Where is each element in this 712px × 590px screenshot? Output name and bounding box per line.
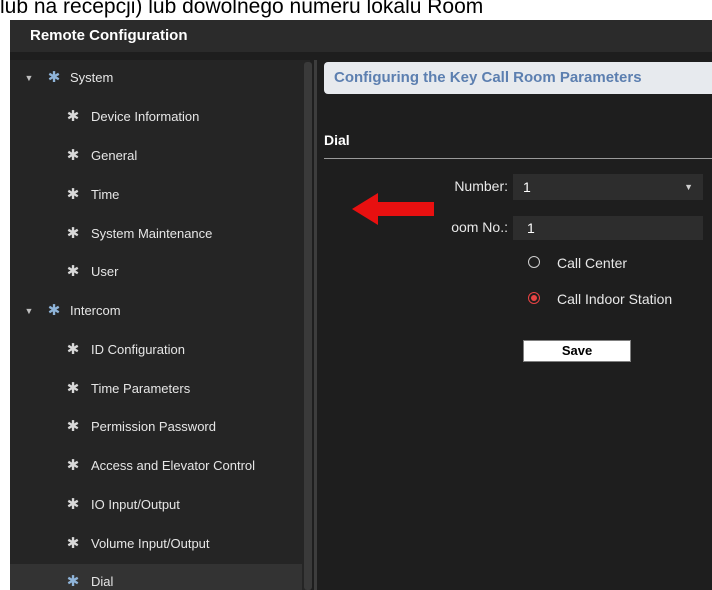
gear-icon: ✱ <box>66 147 80 164</box>
sidebar-item-label: User <box>91 264 119 279</box>
sidebar-item-label: System <box>70 70 114 85</box>
expand-arrow-icon[interactable]: ▼ <box>24 60 34 96</box>
sidebar-item-label: Intercom <box>70 303 121 318</box>
document-caption: lub na recepcji) lub dowolnego numeru lo… <box>0 0 484 18</box>
sidebar-item-intercom[interactable]: ▼ ✱ Intercom <box>10 293 302 329</box>
gear-icon: ✱ <box>66 225 80 242</box>
sidebar-item-access-elevator-control[interactable]: ✱ Access and Elevator Control <box>10 448 302 484</box>
red-arrow-icon <box>352 193 434 225</box>
sidebar-item-time[interactable]: ✱ Time <box>10 177 302 213</box>
sidebar-item-label: Time Parameters <box>91 381 191 396</box>
gear-icon: ✱ <box>66 380 80 397</box>
save-button[interactable]: Save <box>523 340 631 362</box>
sidebar-item-label: System Maintenance <box>91 226 213 241</box>
gear-icon: ✱ <box>66 341 80 358</box>
gear-icon: ✱ <box>66 108 80 125</box>
sidebar-item-id-configuration[interactable]: ✱ ID Configuration <box>10 332 302 368</box>
gear-icon: ✱ <box>66 418 80 435</box>
remote-configuration-window: Remote Configuration ▼ ✱ System ✱ Device… <box>10 20 712 590</box>
sidebar-item-io-input-output[interactable]: ✱ IO Input/Output <box>10 487 302 523</box>
sidebar-item-label: Permission Password <box>91 419 216 434</box>
section-title: Dial <box>324 132 350 148</box>
sidebar-item-label: Access and Elevator Control <box>91 458 256 473</box>
sidebar-item-label: Volume Input/Output <box>91 536 210 551</box>
gear-icon: ✱ <box>66 535 80 552</box>
sidebar-item-system-maintenance[interactable]: ✱ System Maintenance <box>10 216 302 252</box>
sidebar-item-label: Time <box>91 187 120 202</box>
gear-icon: ✱ <box>66 457 80 474</box>
gear-icon: ✱ <box>47 69 61 86</box>
sidebar-item-dial[interactable]: ✱ Dial <box>10 564 302 590</box>
sidebar-item-permission-password[interactable]: ✱ Permission Password <box>10 409 302 445</box>
sidebar-item-volume-input-output[interactable]: ✱ Volume Input/Output <box>10 526 302 562</box>
number-label: Number: <box>454 178 508 194</box>
sidebar-item-user[interactable]: ✱ User <box>10 254 302 290</box>
gear-icon: ✱ <box>66 263 80 280</box>
pane-divider <box>314 60 317 590</box>
sidebar-item-device-information[interactable]: ✱ Device Information <box>10 99 302 135</box>
sidebar-item-label: General <box>91 148 138 163</box>
window-title: Remote Configuration <box>10 20 712 52</box>
number-select[interactable]: 1 ▼ <box>513 174 703 200</box>
radio-label: Call Center <box>557 255 628 271</box>
radio-label: Call Indoor Station <box>557 291 673 307</box>
gear-icon: ✱ <box>66 573 80 590</box>
expand-arrow-icon[interactable]: ▼ <box>24 293 34 329</box>
sidebar-item-label: IO Input/Output <box>91 497 180 512</box>
radio-button-checked[interactable] <box>528 292 540 304</box>
sidebar-item-label: Device Information <box>91 109 200 124</box>
sidebar-tree: ▼ ✱ System ✱ Device Information ✱ Genera… <box>10 60 310 590</box>
sidebar-item-time-parameters[interactable]: ✱ Time Parameters <box>10 371 302 407</box>
page-title: Configuring the Key Call Room Parameters <box>324 62 712 94</box>
sidebar-scrollbar[interactable] <box>304 62 312 590</box>
gear-icon: ✱ <box>66 496 80 513</box>
sidebar-item-label: Dial <box>91 574 114 589</box>
section-divider <box>324 158 712 159</box>
gear-icon: ✱ <box>47 302 61 319</box>
sidebar-item-system[interactable]: ▼ ✱ System <box>10 60 302 96</box>
chevron-down-icon[interactable]: ▼ <box>684 174 693 200</box>
radio-button[interactable] <box>528 256 540 268</box>
sidebar-item-general[interactable]: ✱ General <box>10 138 302 174</box>
gear-icon: ✱ <box>66 186 80 203</box>
sidebar-item-label: ID Configuration <box>91 342 185 357</box>
room-no-label: oom No.: <box>451 219 508 235</box>
number-value: 1 <box>523 179 531 195</box>
main-content: Configuring the Key Call Room Parameters… <box>320 60 712 590</box>
room-no-input[interactable]: 1 <box>513 216 703 240</box>
